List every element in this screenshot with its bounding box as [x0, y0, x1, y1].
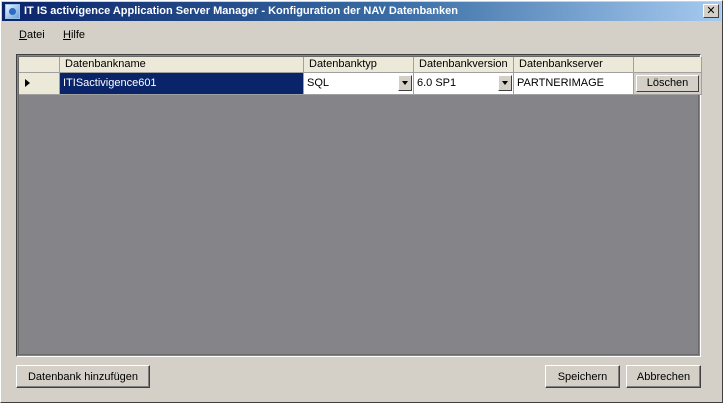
col-header-datenbankversion[interactable]: Datenbankversion — [414, 57, 514, 73]
cell-datenbankversion-combo[interactable]: 6.0 SP1 — [414, 73, 514, 95]
menu-datei[interactable]: Datei — [19, 29, 45, 41]
app-icon — [5, 4, 20, 19]
cell-datenbanktyp-combo[interactable]: SQL — [304, 73, 414, 95]
menu-hilfe-accel: H — [63, 29, 71, 41]
grid-inner: Datenbankname Datenbanktyp Datenbankvers… — [18, 56, 702, 355]
row-header-column — [19, 57, 60, 73]
window-title: IT IS activigence Application Server Man… — [24, 5, 458, 17]
main-window: IT IS activigence Application Server Man… — [0, 0, 723, 403]
menu-hilfe-label: ilfe — [70, 29, 86, 41]
dropdown-arrow-icon[interactable] — [498, 75, 512, 91]
menu-datei-accel: D — [19, 29, 27, 41]
row-selector[interactable] — [19, 73, 60, 95]
col-header-datenbankname[interactable]: Datenbankname — [60, 57, 304, 73]
delete-button[interactable]: Löschen — [636, 75, 699, 92]
current-row-arrow-icon — [25, 79, 30, 87]
cell-delete: Löschen — [634, 73, 702, 95]
menu-datei-label: atei — [26, 29, 45, 41]
cell-datenbankname[interactable]: ITISactivigence601 — [60, 73, 304, 95]
cell-datenbankversion-value: 6.0 SP1 — [417, 77, 457, 89]
dropdown-arrow-icon[interactable] — [398, 75, 412, 91]
col-header-action — [634, 57, 702, 73]
title-bar[interactable]: IT IS activigence Application Server Man… — [2, 2, 721, 21]
close-button[interactable]: ✕ — [703, 4, 719, 18]
cell-datenbankserver[interactable]: PARTNERIMAGE — [514, 73, 634, 95]
add-database-button[interactable]: Datenbank hinzufügen — [16, 365, 150, 388]
col-header-datenbanktyp[interactable]: Datenbanktyp — [304, 57, 414, 73]
save-button[interactable]: Speichern — [545, 365, 620, 388]
menu-hilfe[interactable]: Hilfe — [63, 29, 85, 41]
database-grid[interactable]: Datenbankname Datenbanktyp Datenbankvers… — [16, 54, 702, 357]
col-header-datenbankserver[interactable]: Datenbankserver — [514, 57, 634, 73]
cell-datenbanktyp-value: SQL — [307, 77, 330, 89]
cancel-button[interactable]: Abbrechen — [626, 365, 701, 388]
